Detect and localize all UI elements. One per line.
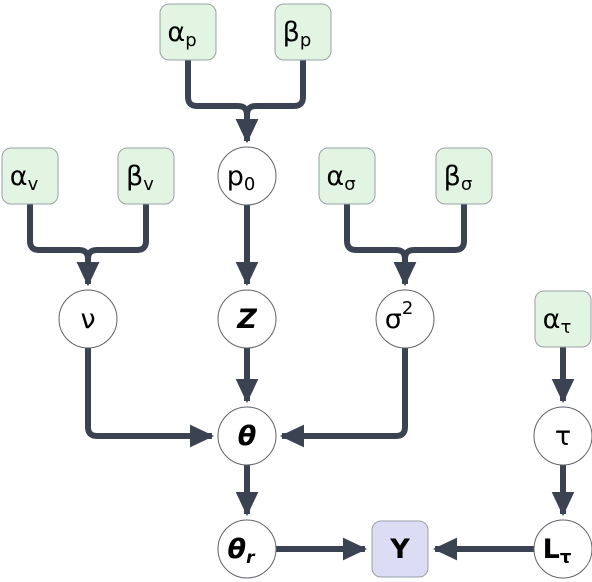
node-Z[interactable]: Z <box>217 289 277 349</box>
node-L_tau[interactable]: Lτ <box>533 519 592 579</box>
node-beta_v[interactable]: βv <box>117 147 175 205</box>
node-beta_p[interactable]: βp <box>274 3 332 61</box>
node-alpha_t[interactable]: ατ <box>534 290 592 348</box>
nodes-layer: αp βp αv βv p0 ασ βσ ν Zσ2 ατ θ τ θr Y Lτ <box>1 3 592 579</box>
node-nu[interactable]: ν <box>58 289 118 349</box>
edge-alpha_s-to-sigma2 <box>344 204 417 287</box>
edge-beta_v-to-nu <box>76 204 149 287</box>
node-p0[interactable]: p0 <box>217 146 277 206</box>
node-alpha_v[interactable]: αv <box>1 147 59 205</box>
edge-beta_p-to-p0 <box>235 60 306 144</box>
node-label-nu: ν <box>80 304 95 335</box>
node-label-Z: Z <box>236 304 257 335</box>
edge-sigma2-to-theta <box>279 348 408 448</box>
graph-canvas: αp βp αv βv p0 ασ βσ ν Zσ2 ατ θ τ θr Y Lτ <box>1 3 592 579</box>
edge-alpha_p-to-p0 <box>185 60 259 144</box>
edge-alpha_v-to-nu <box>27 204 100 287</box>
edge-nu-to-theta <box>85 348 215 448</box>
node-alpha_s[interactable]: ασ <box>318 147 376 205</box>
node-tau[interactable]: τ <box>533 406 592 466</box>
bayesian-network-diagram: αp βp αv βv p0 ασ βσ ν Zσ2 ατ θ τ θr Y Lτ <box>0 0 592 582</box>
node-Y[interactable]: Y <box>371 520 429 578</box>
node-label-tau: τ <box>555 421 571 452</box>
node-theta[interactable]: θ <box>217 406 277 466</box>
edge-beta_s-to-sigma2 <box>393 204 467 287</box>
node-theta_r[interactable]: θr <box>217 519 277 579</box>
node-label-Y: Y <box>389 534 410 565</box>
node-label-theta: θ <box>238 421 257 452</box>
node-alpha_p[interactable]: αp <box>159 3 217 61</box>
node-beta_s[interactable]: βσ <box>435 147 493 205</box>
node-sigma2[interactable]: σ2 <box>375 289 435 349</box>
